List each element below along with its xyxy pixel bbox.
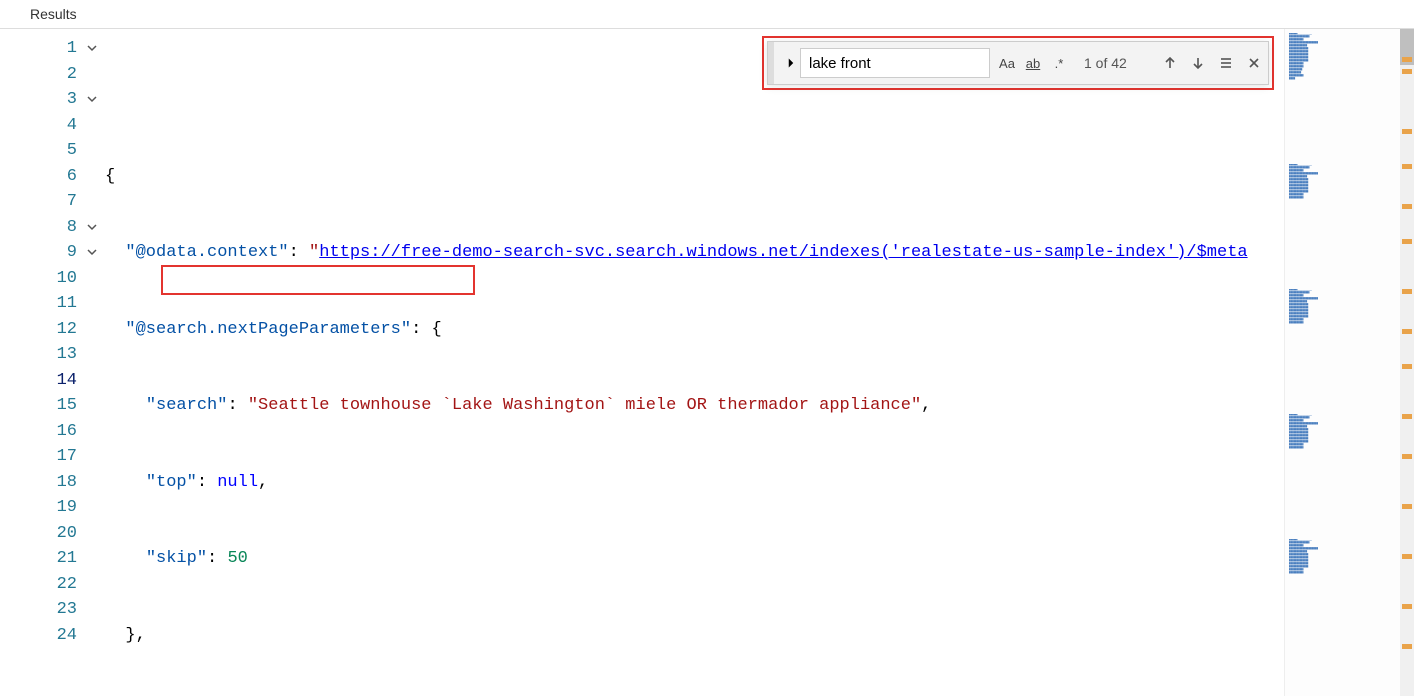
gutter: 1 2 3 4 5 6 7 8 9 10 11 12 13 14 15 16 1 bbox=[0, 29, 105, 696]
overview-match-marker[interactable] bbox=[1402, 57, 1412, 62]
find-input[interactable] bbox=[800, 48, 990, 78]
minimap-content: ███████▁▁▁▁▁▁▁▁▁▁▁▁ █████████████████ ██… bbox=[1289, 539, 1397, 659]
overview-match-marker[interactable] bbox=[1402, 239, 1412, 244]
match-whole-word-toggle[interactable]: ab bbox=[1021, 51, 1045, 75]
fold-icon[interactable] bbox=[85, 39, 99, 53]
overview-match-marker[interactable] bbox=[1402, 289, 1412, 294]
find-in-selection-toggle[interactable] bbox=[1212, 49, 1240, 77]
overview-match-marker[interactable] bbox=[1402, 364, 1412, 369]
overview-match-marker[interactable] bbox=[1402, 604, 1412, 609]
overview-match-marker[interactable] bbox=[1402, 504, 1412, 509]
minimap-content: ███████▁▁▁▁▁▁▁▁▁▁▁▁ █████████████████ ██… bbox=[1289, 289, 1397, 409]
find-resize-grip[interactable] bbox=[768, 42, 774, 84]
minimap-content: ███████▁▁▁▁▁▁▁▁▁▁▁▁ █████████████████ ██… bbox=[1289, 164, 1397, 284]
overview-match-marker[interactable] bbox=[1402, 204, 1412, 209]
overview-match-marker[interactable] bbox=[1402, 69, 1412, 74]
overview-match-marker[interactable] bbox=[1402, 454, 1412, 459]
find-close-button[interactable] bbox=[1240, 49, 1268, 77]
minimap-content: ███████▁▁▁▁▁▁▁▁▁▁▁▁ █████████████████ ██… bbox=[1289, 414, 1397, 534]
annotation-score-box bbox=[161, 265, 475, 295]
find-bar: Aa ab .* 1 of 42 bbox=[767, 41, 1269, 85]
overview-match-marker[interactable] bbox=[1402, 329, 1412, 334]
minimap[interactable]: ███████▁▁▁▁▁▁▁▁▁▁▁▁ █████████████████ ██… bbox=[1284, 29, 1414, 696]
fold-icon[interactable] bbox=[85, 90, 99, 104]
overview-match-marker[interactable] bbox=[1402, 129, 1412, 134]
overview-match-marker[interactable] bbox=[1402, 644, 1412, 649]
odata-context-url[interactable]: https://free-demo-search-svc.search.wind… bbox=[319, 243, 1247, 262]
find-next-button[interactable] bbox=[1184, 49, 1212, 77]
regex-toggle[interactable]: .* bbox=[1047, 51, 1071, 75]
json-editor[interactable]: 1 2 3 4 5 6 7 8 9 10 11 12 13 14 15 16 1 bbox=[0, 29, 1284, 696]
code-area[interactable]: { "@odata.context": "https://free-demo-s… bbox=[105, 29, 1284, 696]
results-tab-label: Results bbox=[30, 6, 77, 22]
results-tab[interactable]: Results bbox=[0, 0, 1414, 28]
minimap-content: ███████▁▁▁▁▁▁▁▁▁▁▁▁ █████████████████ ██… bbox=[1289, 33, 1397, 153]
overview-match-marker[interactable] bbox=[1402, 414, 1412, 419]
find-match-count: 1 of 42 bbox=[1084, 55, 1144, 71]
fold-icon[interactable] bbox=[85, 243, 99, 257]
find-prev-button[interactable] bbox=[1156, 49, 1184, 77]
fold-icon[interactable] bbox=[85, 218, 99, 232]
overview-match-marker[interactable] bbox=[1402, 164, 1412, 169]
match-case-toggle[interactable]: Aa bbox=[995, 51, 1019, 75]
overview-match-marker[interactable] bbox=[1402, 554, 1412, 559]
find-expand-toggle[interactable] bbox=[782, 54, 800, 72]
